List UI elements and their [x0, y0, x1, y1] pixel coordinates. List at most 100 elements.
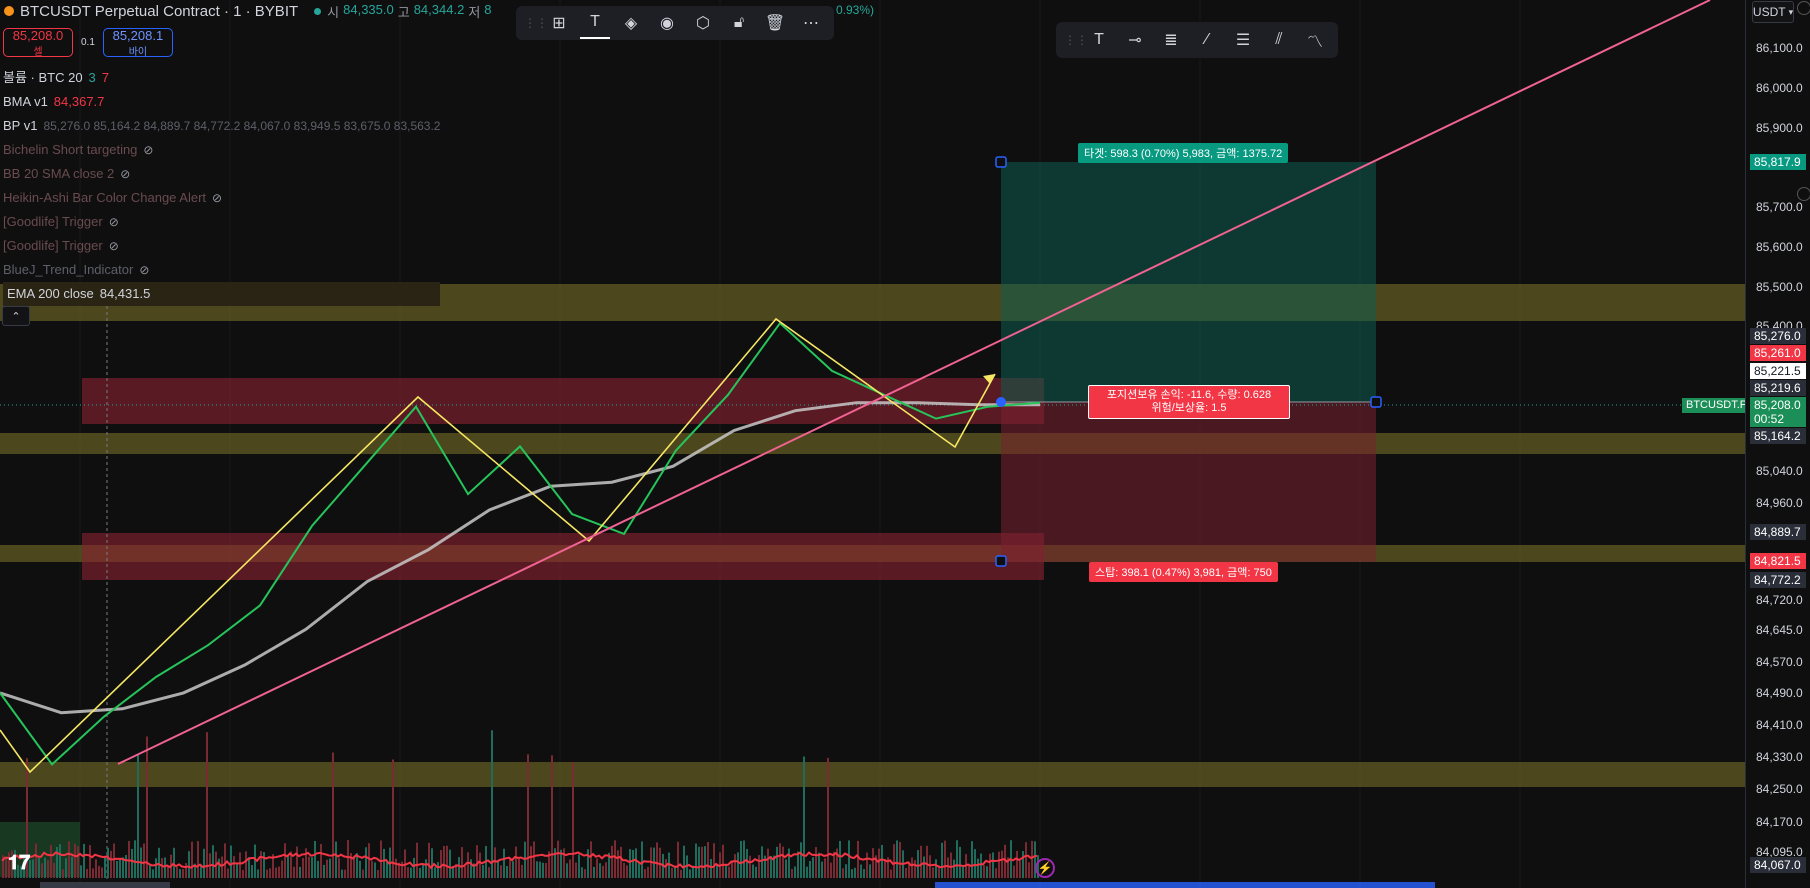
volume-bar — [755, 866, 757, 878]
volume-bar — [431, 848, 433, 878]
legend-bp[interactable]: BP v1 85,276.0 85,164.2 84,889.7 84,772.… — [3, 114, 440, 138]
volume-bar — [173, 847, 175, 878]
legend-ema[interactable]: EMA 200 close 84,431.5 — [3, 282, 441, 306]
volume-bar — [842, 868, 844, 878]
position-pnl-label[interactable]: 포지션보유 손익: -11.6, 수량: 0.628 위험/보상율: 1.5 — [1088, 385, 1290, 419]
volume-bar — [563, 848, 565, 878]
legend-hidden-2[interactable]: Heikin-Ashi Bar Color Change Alert ⊘ — [3, 186, 440, 210]
fib-icon[interactable]: ≣ — [1156, 25, 1186, 55]
volume-bar — [746, 848, 748, 878]
volume-bar — [341, 869, 343, 878]
volume-bar — [518, 857, 520, 878]
volume-bar — [869, 864, 871, 878]
volume-bar — [539, 861, 541, 878]
volume-bar — [857, 840, 859, 878]
entry-handle[interactable] — [996, 397, 1006, 407]
settings-circle-icon[interactable] — [1797, 1, 1810, 15]
stop-label[interactable]: 스탑: 398.1 (0.47%) 3,981, 금액: 750 — [1089, 562, 1278, 582]
legend-hidden-1[interactable]: BB 20 SMA close 2 ⊘ — [3, 162, 440, 186]
legend-bma[interactable]: BMA v1 84,367.7 — [3, 90, 440, 114]
legend-hidden-4[interactable]: [Goodlife] Trigger ⊘ — [3, 234, 440, 258]
add-widget-icon[interactable]: ⊞ — [544, 8, 574, 38]
lightning-icon[interactable]: ⚡ — [1035, 858, 1055, 878]
volume-bar — [677, 841, 679, 878]
volume-bar — [224, 843, 226, 878]
symbol-title[interactable]: BTCUSDT Perpetual Contract · 1 · BYBIT — [20, 3, 298, 20]
parallel-channel-icon[interactable]: ☰ — [1228, 25, 1258, 55]
volume-bar — [1019, 860, 1021, 878]
target-label[interactable]: 타겟: 598.3 (0.70%) 5,983, 금액: 1375.72 — [1078, 143, 1289, 163]
trend-line-icon[interactable]: ∕ — [1192, 25, 1222, 55]
market-open-icon — [314, 7, 322, 15]
eye-hidden-icon[interactable]: ⊘ — [212, 186, 222, 210]
volume-bar — [371, 861, 373, 878]
volume-bar — [494, 847, 496, 878]
horizontal-ray-icon[interactable]: ⊸ — [1120, 25, 1150, 55]
volume-bar — [917, 850, 919, 878]
collapse-legend-button[interactable]: ⌃ — [2, 306, 30, 326]
volume-bar — [968, 865, 970, 878]
volume-bar — [476, 845, 478, 878]
eye-hidden-icon[interactable]: ⊘ — [109, 234, 119, 258]
target-price-label: 85,817.9 — [1750, 154, 1806, 170]
volume-bar — [587, 849, 589, 878]
volume-bar — [797, 851, 799, 878]
volume-bar — [605, 862, 607, 878]
volume-bar — [542, 862, 544, 878]
settings-icon[interactable]: ⬡ — [688, 8, 718, 38]
eye-hidden-icon[interactable]: ⊘ — [109, 210, 119, 234]
volume-bar — [257, 869, 259, 878]
path-icon[interactable]: 〽 — [1300, 25, 1330, 55]
volume-bar — [359, 860, 361, 878]
volume-bar — [104, 857, 106, 878]
target-handle[interactable] — [995, 156, 1007, 168]
volume-bar — [182, 869, 184, 878]
alert-circle-icon[interactable] — [1797, 187, 1810, 201]
text-icon[interactable]: T — [1084, 25, 1114, 55]
volume-bar — [815, 846, 817, 878]
volume-bar — [248, 857, 250, 878]
more-icon[interactable]: ⋯ — [796, 8, 826, 38]
grip-icon[interactable]: ⋮⋮ — [524, 16, 548, 30]
volume-bar — [491, 730, 493, 878]
volume-bar — [443, 846, 445, 878]
grip-icon[interactable]: ⋮⋮ — [1064, 33, 1088, 47]
volume-bar — [698, 846, 700, 878]
volume-bar — [590, 841, 592, 878]
scroll-bar[interactable] — [40, 882, 170, 888]
ohlc-values: 시 84,335.0 고 84,344.2 저8 — [327, 1, 492, 20]
volume-bar — [782, 846, 784, 878]
legend-hidden-5[interactable]: BlueJ_Trend_Indicator ⊘ — [3, 258, 440, 282]
sell-button[interactable]: 85,208.0 셀 — [3, 28, 73, 58]
volume-bar — [197, 841, 199, 878]
axis-tick: 84,410.0 — [1756, 718, 1803, 732]
lock-icon[interactable]: 🔓︎ — [724, 8, 754, 38]
fill-color-icon[interactable]: ◈ — [616, 8, 646, 38]
volume-bar — [629, 849, 631, 878]
eye-hidden-icon[interactable]: ⊘ — [139, 258, 149, 282]
volume-bar — [713, 843, 715, 878]
volume-bar — [437, 862, 439, 878]
buy-button[interactable]: 85,208.1 바이 — [102, 28, 173, 58]
drawing-toolbar: ⋮⋮ ⊞ T ◈ ◉ ⬡ 🔓︎ 🗑︎ ⋯ — [516, 6, 834, 40]
currency-selector[interactable]: USDT ▾ — [1752, 1, 1794, 23]
volume-bar — [467, 852, 469, 878]
pitchfork-icon[interactable]: ⫽ — [1264, 25, 1294, 55]
legend-hidden-3[interactable]: [Goodlife] Trigger ⊘ — [3, 210, 440, 234]
countdown-label: 00:52 — [1750, 411, 1806, 427]
price-axis[interactable]: 86,100.0 86,000.0 85,900.0 85,700.0 85,6… — [1745, 0, 1810, 888]
text-tool-icon[interactable]: T — [580, 7, 610, 39]
right-handle[interactable] — [1370, 396, 1382, 408]
stop-handle[interactable] — [995, 555, 1007, 567]
volume-bar — [551, 755, 553, 878]
line-color-icon[interactable]: ◉ — [652, 8, 682, 38]
trash-icon[interactable]: 🗑︎ — [760, 8, 790, 38]
eye-hidden-icon[interactable]: ⊘ — [143, 138, 153, 162]
eye-hidden-icon[interactable]: ⊘ — [120, 162, 130, 186]
volume-bar — [41, 863, 43, 878]
legend-volume[interactable]: 볼륨 · BTC 20 3 7 — [3, 66, 440, 90]
volume-bar — [725, 865, 727, 878]
volume-bar — [74, 843, 76, 878]
axis-tick: 84,645.0 — [1756, 623, 1803, 637]
legend-hidden-0[interactable]: Bichelin Short targeting ⊘ — [3, 138, 440, 162]
